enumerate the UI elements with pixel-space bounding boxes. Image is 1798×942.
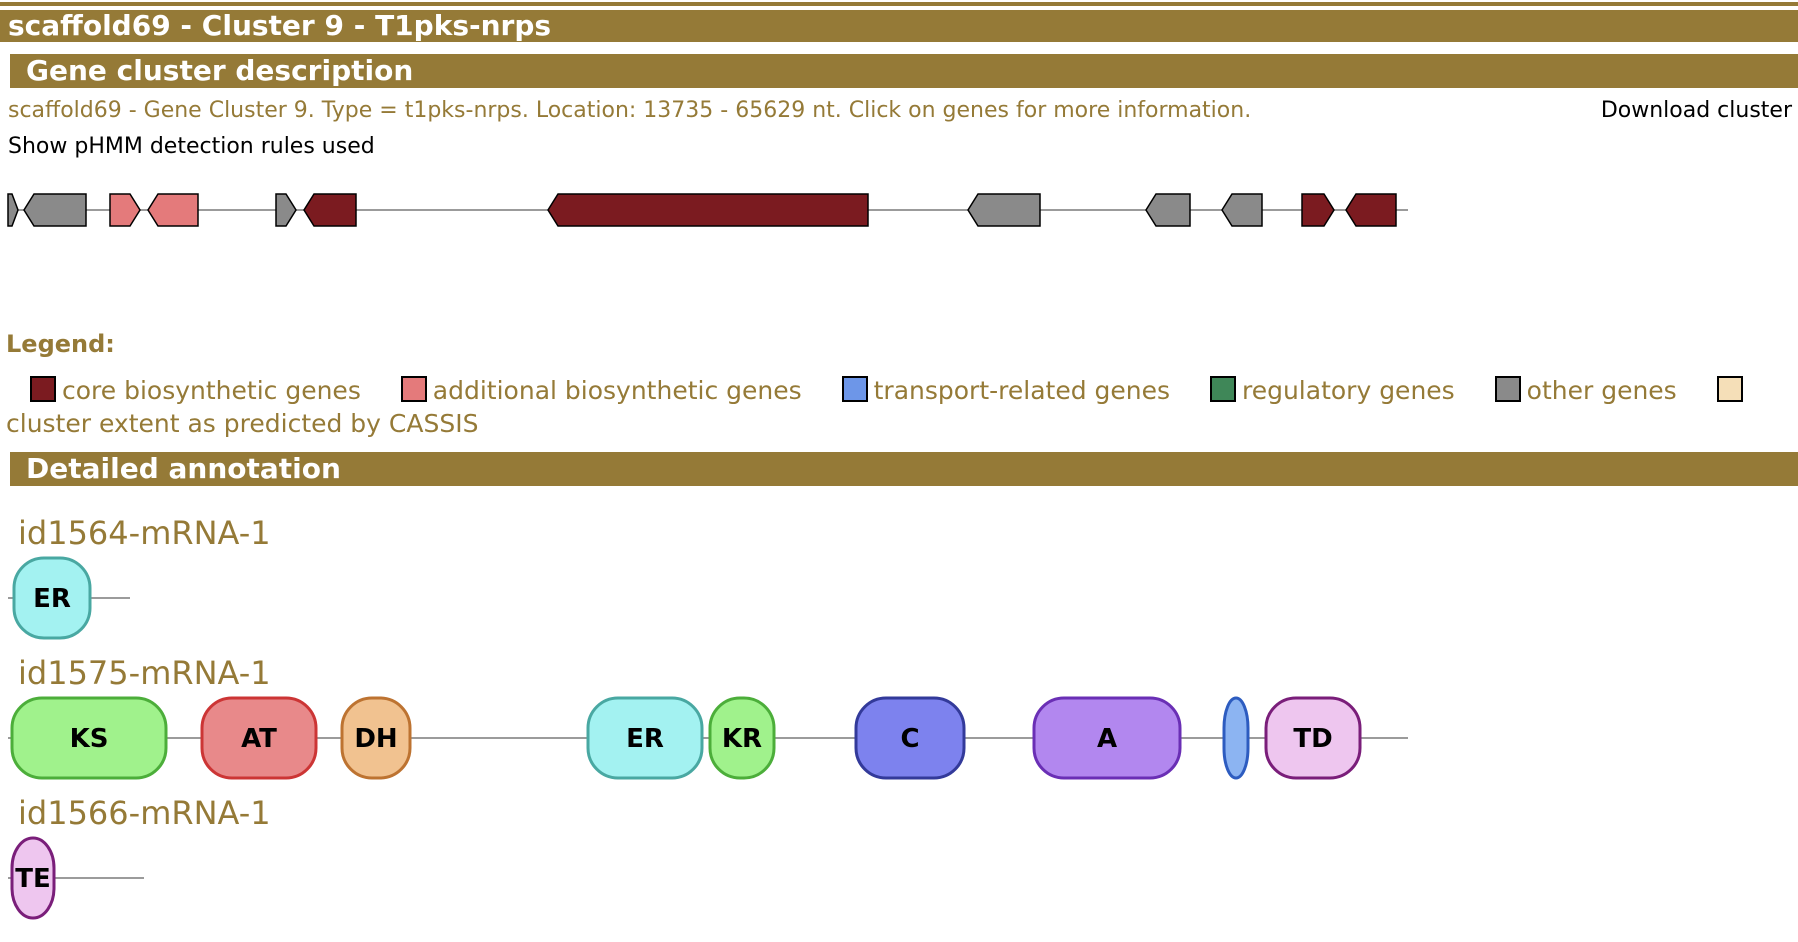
gene-arrow-core[interactable]	[303, 193, 357, 227]
gene-arrow-core[interactable]	[547, 193, 869, 227]
gene-arrow-other[interactable]	[1221, 193, 1263, 227]
section-header-detailed: Detailed annotation	[10, 452, 1798, 486]
legend-transport: transport-related genes	[820, 376, 1170, 405]
gene-label-id1566[interactable]: id1566-mRNA-1	[18, 794, 271, 832]
legend-swatch-core	[30, 376, 56, 402]
download-cluster-link[interactable]: Download cluster	[1601, 98, 1792, 123]
gene-arrow-other[interactable]	[23, 193, 87, 227]
gene-label-id1564[interactable]: id1564-mRNA-1	[18, 514, 271, 552]
domain-track-id1575: KS AT DH ER KR C A TD	[8, 696, 1408, 780]
gene-arrow-core[interactable]	[1301, 193, 1335, 227]
legend-swatch-additional	[400, 376, 427, 402]
gene-arrow-other[interactable]	[967, 193, 1041, 227]
domain-label: KR	[722, 724, 762, 754]
domain-label: ER	[33, 584, 71, 614]
domain-label: ER	[626, 724, 664, 754]
legend-core: core biosynthetic genes	[6, 376, 361, 405]
top-rule	[0, 2, 1798, 6]
cluster-overview-map	[7, 193, 1408, 227]
domain-label: TD	[1293, 724, 1332, 754]
gene-arrow-additional[interactable]	[147, 193, 199, 227]
domain-label: KS	[70, 724, 109, 754]
legend-swatch-regulatory	[1209, 376, 1236, 402]
domain-label: TE	[15, 864, 51, 894]
gene-arrow-other[interactable]	[275, 193, 297, 227]
domain-label: DH	[354, 724, 397, 754]
cluster-description: scaffold69 - Gene Cluster 9. Type = t1pk…	[8, 98, 1252, 123]
legend-other: other genes	[1473, 376, 1677, 405]
domain-label: AT	[241, 724, 277, 754]
legend-swatch-cassis	[1716, 376, 1743, 402]
legend: core biosynthetic genes additional biosy…	[6, 374, 1756, 440]
gene-arrow-other[interactable]	[7, 193, 19, 227]
legend-swatch-other	[1494, 376, 1521, 402]
domain-unlabeled[interactable]	[1222, 696, 1250, 780]
legend-additional: additional biosynthetic genes	[379, 376, 802, 405]
gene-arrow-additional[interactable]	[109, 193, 141, 227]
gene-arrow-other[interactable]	[1145, 193, 1191, 227]
section-header-description: Gene cluster description	[10, 54, 1798, 88]
domain-label: A	[1097, 724, 1117, 754]
domain-label: C	[900, 724, 919, 754]
legend-swatch-transport	[841, 376, 868, 402]
page-title: scaffold69 - Cluster 9 - T1pks-nrps	[0, 10, 1798, 42]
legend-regulatory: regulatory genes	[1188, 376, 1455, 405]
gene-arrow-core[interactable]	[1345, 193, 1397, 227]
gene-label-id1575[interactable]: id1575-mRNA-1	[18, 654, 271, 692]
domain-track-id1566: TE	[8, 836, 144, 920]
legend-title: Legend:	[6, 330, 115, 358]
show-phmm-rules-link[interactable]: Show pHMM detection rules used	[8, 134, 375, 159]
domain-track-id1564: ER	[8, 556, 130, 640]
